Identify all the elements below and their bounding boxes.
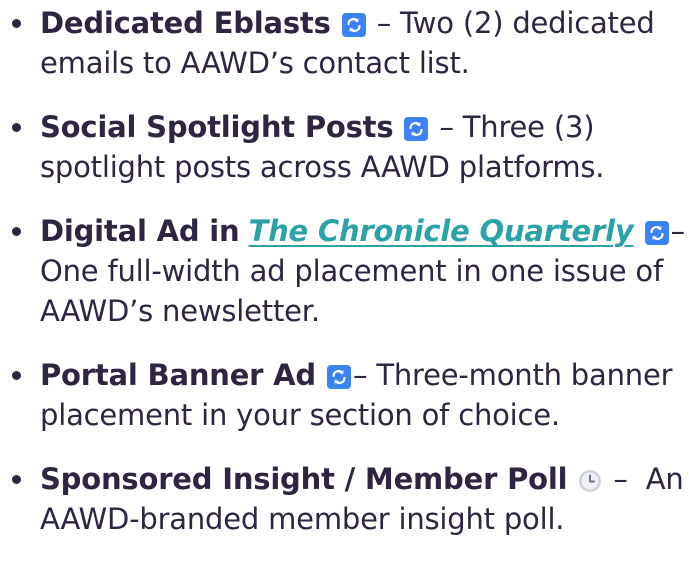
clock-icon [578, 463, 602, 492]
list-item-sponsored-insight: Sponsored Insight / Member Poll – An AAW… [0, 459, 689, 539]
bullet [12, 123, 21, 132]
item-label: Sponsored Insight / Member Poll [40, 462, 568, 496]
list-item-dedicated-eblasts: Dedicated Eblasts – Two (2) dedicated em… [0, 3, 689, 83]
bullet [12, 371, 21, 380]
chronicle-quarterly-link[interactable]: The Chronicle Quarterly [249, 214, 634, 248]
list-item-social-spotlight: Social Spotlight Posts – Three (3) spotl… [0, 107, 689, 187]
separator: – [670, 214, 686, 248]
separator: – [353, 358, 377, 392]
item-label: Digital Ad in [40, 214, 240, 248]
separator: – [367, 6, 401, 40]
list-item-digital-ad: Digital Ad in The Chronicle Quarterly – … [0, 211, 689, 331]
repeat-icon [404, 111, 429, 141]
repeat-icon [327, 359, 352, 389]
item-label: Dedicated Eblasts [40, 6, 331, 40]
item-label: Social Spotlight Posts [40, 110, 394, 144]
item-description: One full-width ad placement in one issue… [40, 254, 663, 328]
benefits-list: Dedicated Eblasts – Two (2) dedicated em… [0, 3, 689, 539]
bullet [12, 19, 21, 28]
list-item-portal-banner: Portal Banner Ad – Three-month banner pl… [0, 355, 689, 435]
repeat-icon [644, 215, 669, 245]
separator: – [604, 462, 646, 496]
repeat-icon [341, 7, 366, 37]
bullet [12, 227, 21, 236]
bullet [12, 475, 21, 484]
separator: – [430, 110, 463, 144]
item-label: Portal Banner Ad [40, 358, 316, 392]
